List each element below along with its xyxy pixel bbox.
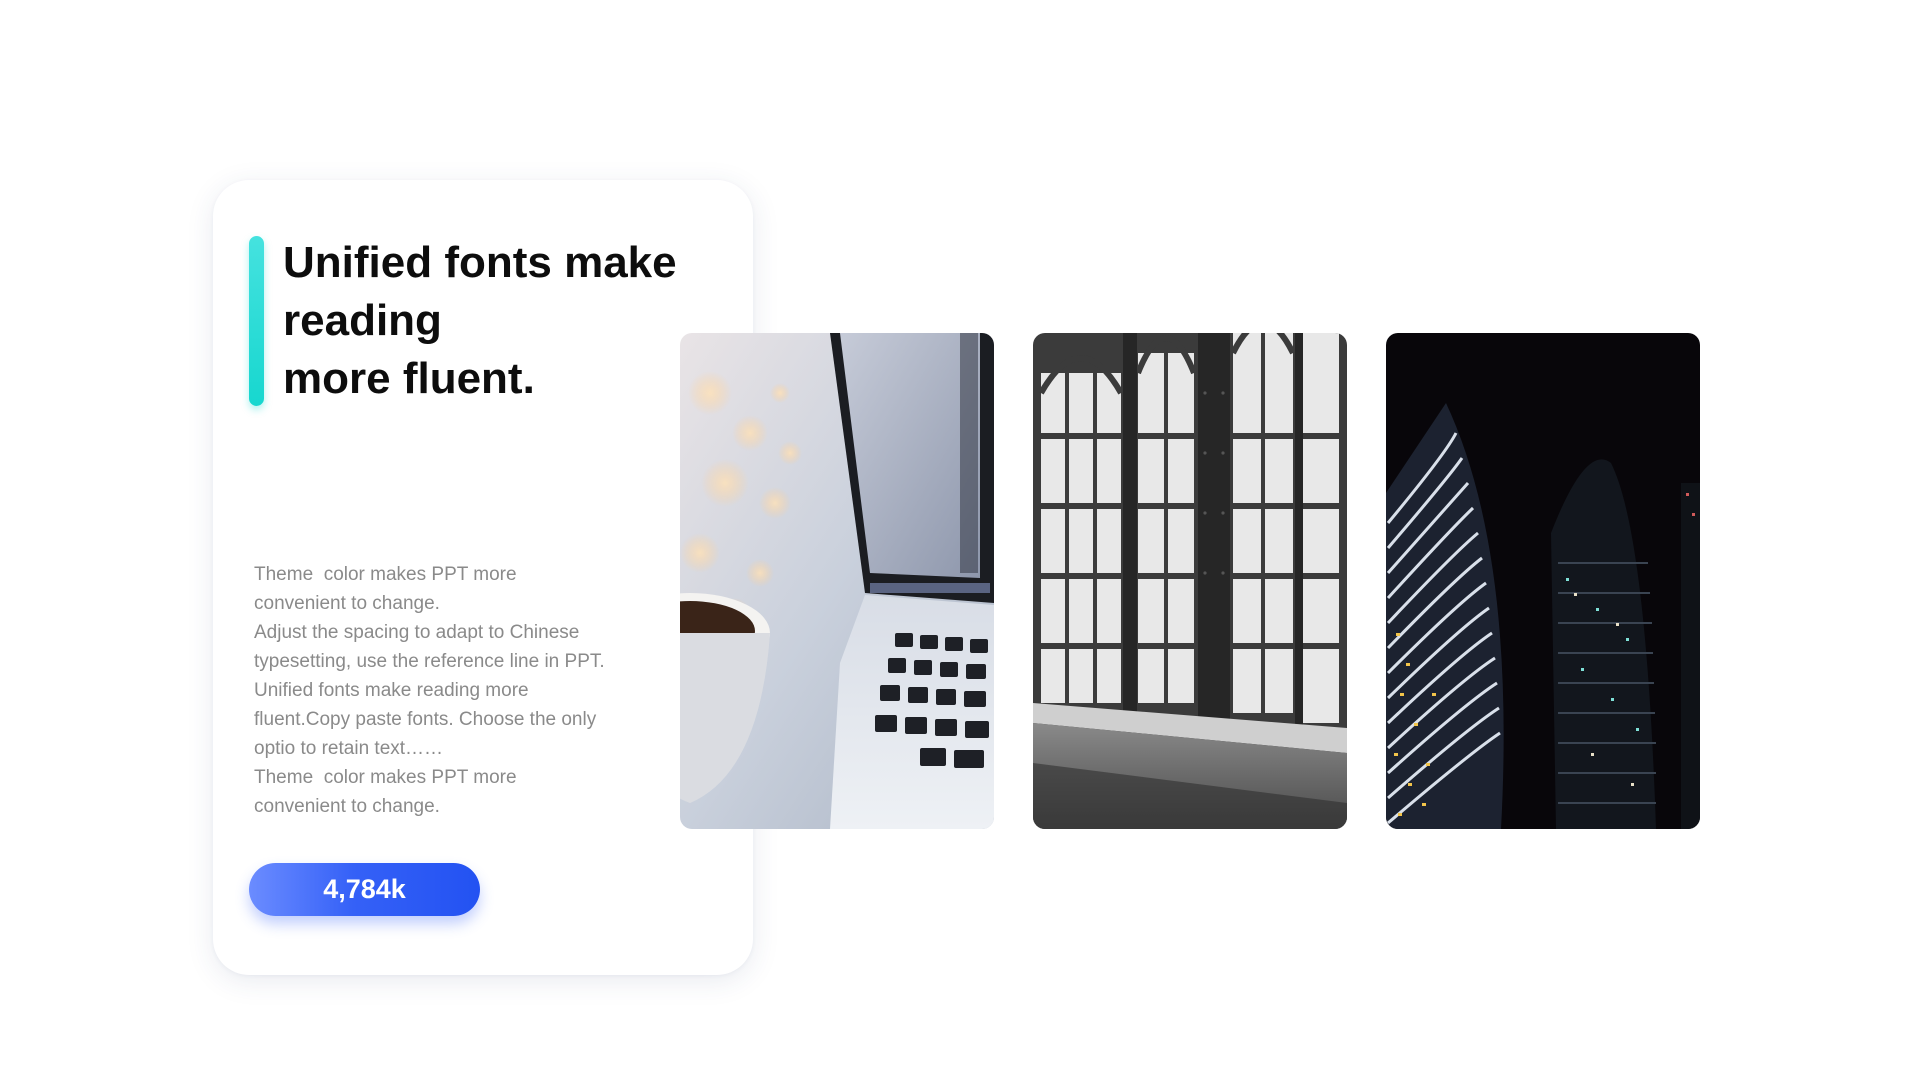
body-line: optio to retain text…… — [254, 738, 444, 759]
night-skyscrapers-photo — [1386, 333, 1700, 829]
body-line: convenient to change. — [254, 593, 440, 614]
stat-value: 4,784k — [323, 874, 406, 904]
body-line: fluent.Copy paste fonts. Choose the only — [254, 709, 597, 730]
body-text: Theme color makes PPT more convenient to… — [254, 560, 644, 821]
stat-pill: 4,784k — [249, 863, 480, 916]
body-line: Unified fonts make reading more — [254, 680, 529, 701]
laptop-and-coffee-photo — [680, 333, 994, 829]
body-line: Theme color makes PPT more — [254, 767, 517, 788]
accent-bar — [249, 236, 264, 406]
body-line: Adjust the spacing to adapt to Chinese — [254, 622, 580, 643]
body-line: convenient to change. — [254, 796, 440, 817]
slide: Unified fonts make reading more fluent. … — [0, 0, 1920, 1080]
card-title-line-2: reading — [283, 296, 442, 345]
arched-windows-photo — [1033, 333, 1347, 829]
card-title-line-1: Unified fonts make — [283, 238, 677, 287]
card-title-line-3: more fluent. — [283, 354, 535, 403]
info-card: Unified fonts make reading more fluent. … — [213, 180, 753, 975]
card-title: Unified fonts make reading more fluent. — [283, 234, 743, 408]
body-line: typesetting, use the reference line in P… — [254, 651, 605, 672]
body-line: Theme color makes PPT more — [254, 564, 517, 585]
